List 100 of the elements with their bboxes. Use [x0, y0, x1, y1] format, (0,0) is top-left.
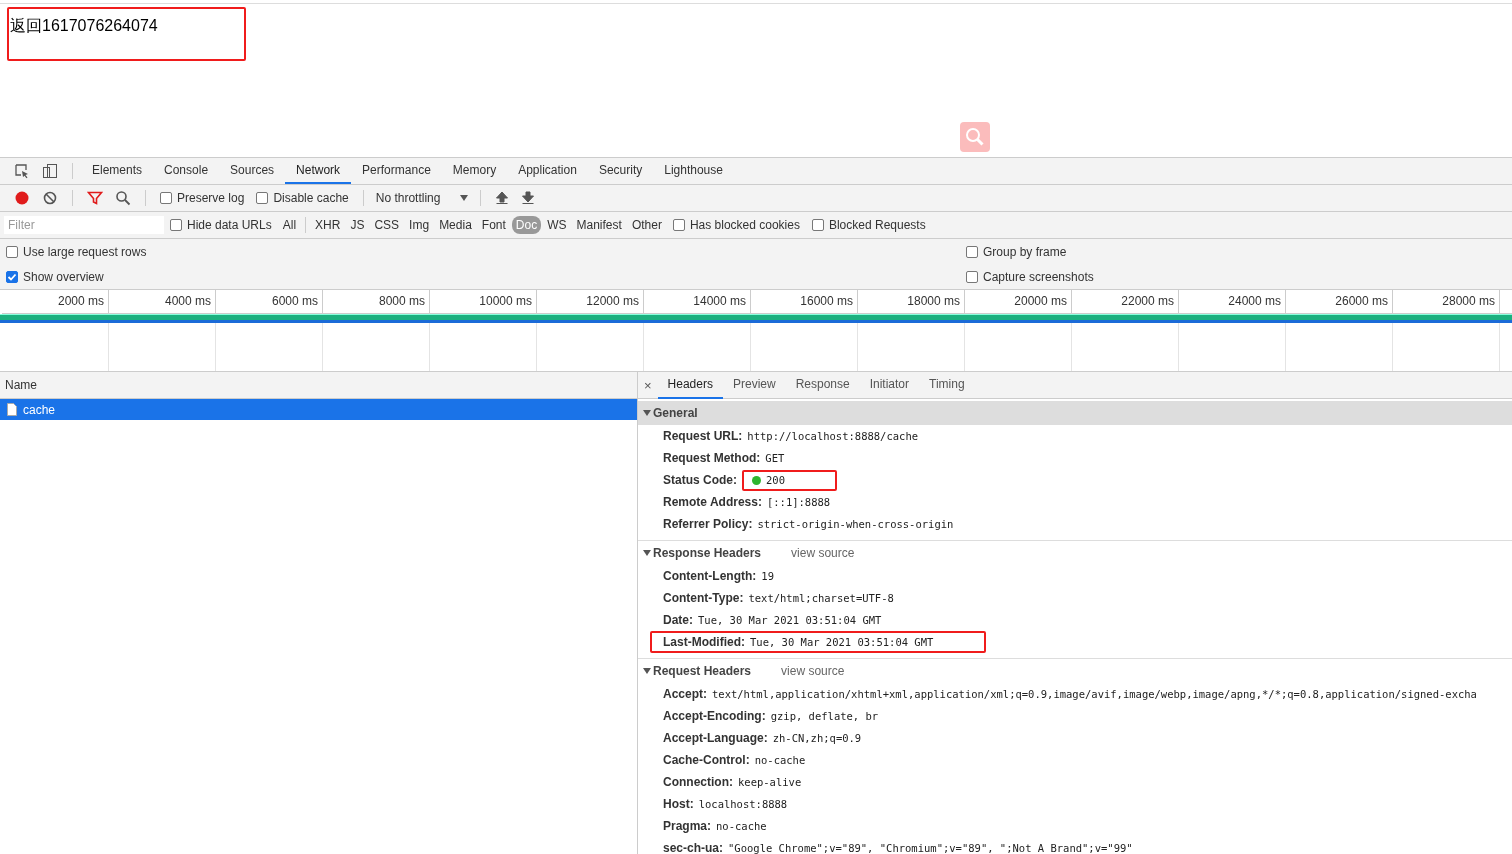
- upload-icon[interactable]: [495, 191, 510, 205]
- page-text: 返回1617076264074: [10, 17, 158, 34]
- close-icon[interactable]: ×: [644, 377, 652, 393]
- detail-tab[interactable]: Preview: [722, 372, 786, 399]
- type-filter[interactable]: XHR: [311, 216, 345, 234]
- tick-label: 20000 ms: [965, 290, 1072, 313]
- section-title[interactable]: Response Headers: [653, 546, 762, 560]
- tick-label: 16000 ms: [751, 290, 858, 313]
- download-icon[interactable]: [521, 191, 536, 205]
- type-filter[interactable]: Img: [405, 216, 434, 234]
- header-value: zh-CN,zh;q=0.9: [772, 732, 862, 744]
- tick-label: 14000 ms: [644, 290, 751, 313]
- header-value: keep-alive: [738, 776, 802, 788]
- header-value: 19: [761, 570, 774, 582]
- tick-label: 18000 ms: [858, 290, 965, 313]
- setting-checkbox[interactable]: Show overview: [6, 269, 104, 284]
- tick-label: 4000 ms: [109, 290, 216, 313]
- header-name: Content-Length:: [663, 569, 757, 583]
- setting-checkbox[interactable]: Capture screenshots: [966, 269, 1094, 284]
- header-name: Request Method:: [663, 451, 761, 465]
- header-name: Connection:: [663, 775, 733, 789]
- setting-checkbox[interactable]: Use large request rows: [6, 244, 147, 259]
- header-name: sec-ch-ua:: [663, 841, 724, 854]
- tick-label: 26000 ms: [1286, 290, 1393, 313]
- tick-label: 12000 ms: [537, 290, 644, 313]
- header-value: no-cache: [716, 820, 767, 832]
- header-name: Cache-Control:: [663, 753, 750, 767]
- option-checkbox[interactable]: Has blocked cookies: [672, 218, 800, 232]
- request-row[interactable]: cache: [0, 399, 637, 420]
- triangle-icon[interactable]: [643, 549, 651, 557]
- section-title[interactable]: Request Headers: [653, 664, 752, 678]
- header-value: 200: [766, 474, 785, 486]
- type-filter[interactable]: WS: [543, 216, 571, 234]
- header-name: Last-Modified:: [663, 635, 745, 649]
- detail-tab[interactable]: Headers: [657, 372, 723, 399]
- panel-tab[interactable]: Lighthouse: [653, 158, 734, 184]
- tick-label: 28000 ms: [1393, 290, 1500, 313]
- header-value: Tue, 30 Mar 2021 03:51:04 GMT: [750, 636, 934, 648]
- device-icon[interactable]: [42, 163, 58, 179]
- view-source-link[interactable]: view source: [781, 664, 845, 678]
- hide-data-urls-checkbox[interactable]: Hide data URLs: [170, 218, 272, 232]
- option-checkbox[interactable]: Preserve log: [160, 191, 245, 205]
- panel-tab[interactable]: Application: [507, 158, 588, 184]
- record-icon[interactable]: [14, 190, 30, 206]
- panel-tab[interactable]: Memory: [441, 158, 508, 184]
- tick-label: 22000 ms: [1072, 290, 1179, 313]
- header-name: Date:: [663, 613, 693, 627]
- header-value: [::1]:8888: [766, 496, 831, 508]
- header-name: Accept-Language:: [663, 731, 768, 745]
- header-value: gzip, deflate, br: [770, 710, 879, 722]
- triangle-icon[interactable]: [643, 667, 651, 675]
- header-name: Host:: [663, 797, 694, 811]
- header-name: Content-Type:: [663, 591, 744, 605]
- view-source-link[interactable]: view source: [791, 546, 855, 560]
- section-header[interactable]: General: [638, 401, 1512, 425]
- header-value: text/html,application/xhtml+xml,application/xml;q=0.9,image/avif,image/webp,image/apng,*/*;q=0.8,application/signed-excha: [712, 688, 1477, 700]
- panel-tab[interactable]: Security: [587, 158, 654, 184]
- type-filter[interactable]: Font: [477, 216, 510, 234]
- search-icon: [965, 127, 985, 147]
- header-name: Referrer Policy:: [663, 517, 753, 531]
- header-value: strict-origin-when-cross-origin: [757, 518, 954, 530]
- option-checkbox[interactable]: Blocked Requests: [811, 218, 926, 232]
- tick-label: 2000 ms: [2, 290, 109, 313]
- type-filter[interactable]: Media: [435, 216, 476, 234]
- request-name: cache: [23, 402, 56, 417]
- header-name: Status Code:: [663, 473, 737, 487]
- tick-label: 10000 ms: [430, 290, 537, 313]
- checkmark-icon: [7, 271, 17, 282]
- search-icon[interactable]: [115, 190, 131, 206]
- panel-tab[interactable]: Elements: [81, 158, 154, 184]
- filter-icon[interactable]: [87, 190, 103, 206]
- section-title[interactable]: General: [653, 406, 698, 420]
- header-value: "Google Chrome";v="89", "Chromium";v="89", ";Not A Brand";v="99": [728, 842, 1133, 854]
- type-filter[interactable]: CSS: [370, 216, 404, 234]
- inspect-icon[interactable]: [14, 163, 30, 179]
- header-name: Remote Address:: [663, 495, 762, 509]
- detail-tab[interactable]: Initiator: [859, 372, 920, 399]
- panel-tab[interactable]: Performance: [351, 158, 442, 184]
- panel-tab[interactable]: Console: [153, 158, 220, 184]
- header-name: Accept-Encoding:: [663, 709, 766, 723]
- type-filter[interactable]: Other: [627, 216, 666, 234]
- throttling-dropdown[interactable]: No throttling: [375, 191, 469, 205]
- clear-icon[interactable]: [42, 190, 58, 206]
- setting-checkbox[interactable]: Group by frame: [966, 244, 1067, 259]
- tick-label: 8000 ms: [323, 290, 430, 313]
- type-filter[interactable]: JS: [346, 216, 369, 234]
- detail-tab[interactable]: Timing: [919, 372, 975, 399]
- option-checkbox[interactable]: Disable cache: [256, 191, 349, 205]
- triangle-icon[interactable]: [643, 409, 651, 417]
- header-value: no-cache: [754, 754, 806, 766]
- header-value: Tue, 30 Mar 2021 03:51:04 GMT: [698, 614, 882, 626]
- panel-tab[interactable]: Sources: [219, 158, 286, 184]
- column-header[interactable]: Name: [0, 372, 637, 399]
- type-filter[interactable]: All: [278, 216, 301, 234]
- detail-tab[interactable]: Response: [785, 372, 860, 399]
- type-filter[interactable]: Manifest: [572, 216, 626, 234]
- header-value: http://localhost:8888/cache: [747, 430, 919, 442]
- header-name: Pragma:: [663, 819, 712, 833]
- filter-field[interactable]: Filter: [4, 216, 164, 234]
- tick-label: 24000 ms: [1179, 290, 1286, 313]
